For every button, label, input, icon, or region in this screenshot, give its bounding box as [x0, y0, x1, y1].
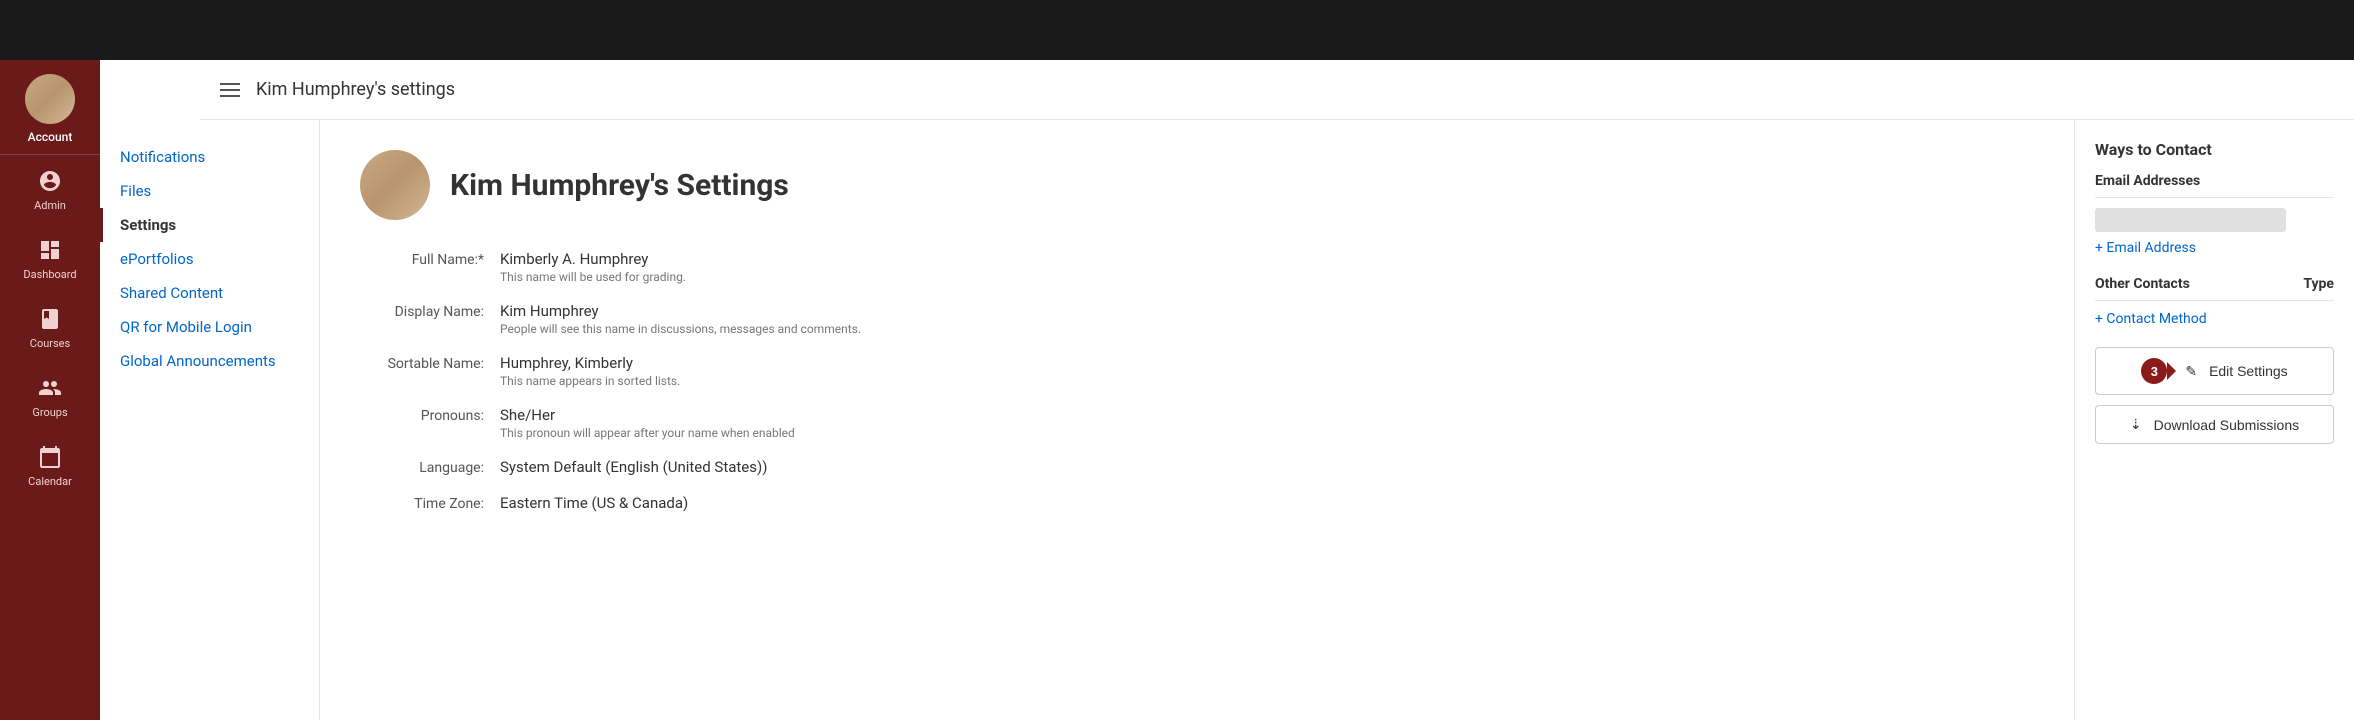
edit-settings-label: Edit Settings: [2209, 363, 2288, 379]
language-main: System Default (English (United States)): [500, 458, 2034, 476]
account-label: Account: [28, 130, 73, 144]
sidebar: Account Admin Dashboard: [0, 60, 100, 720]
other-contacts-type-label: Type: [2303, 276, 2334, 292]
profile-header: Kim Humphrey's Settings: [360, 150, 2034, 220]
top-bar: [0, 0, 2354, 60]
fullname-sub: This name will be used for grading.: [500, 270, 2034, 284]
pronouns-main: She/Her: [500, 406, 2034, 424]
profile-title: Kim Humphrey's Settings: [450, 168, 789, 203]
dashboard-label: Dashboard: [23, 268, 76, 281]
admin-icon: [36, 167, 64, 195]
settings-row-displayname: Display Name: Kim Humphrey People will s…: [360, 302, 2034, 336]
page-wrapper: Kim Humphrey's settings Notifications Fi…: [100, 60, 2354, 720]
language-label: Language:: [360, 458, 500, 476]
nav-notifications[interactable]: Notifications: [100, 140, 319, 174]
admin-label: Admin: [34, 199, 66, 212]
email-section-header: Email Addresses: [2095, 173, 2334, 198]
page-body: Notifications Files Settings ePortfolios…: [100, 120, 2354, 720]
fullname-main: Kimberly A. Humphrey: [500, 250, 2034, 268]
courses-icon: [36, 305, 64, 333]
sidebar-item-groups[interactable]: Groups: [0, 362, 100, 431]
sidebar-item-calendar[interactable]: Calendar: [0, 431, 100, 500]
secondary-nav: Notifications Files Settings ePortfolios…: [100, 120, 320, 720]
main-content: Kim Humphrey's Settings Full Name:* Kimb…: [320, 120, 2074, 720]
timezone-value: Eastern Time (US & Canada): [500, 494, 2034, 512]
language-value: System Default (English (United States)): [500, 458, 2034, 476]
pencil-icon: ✎: [2185, 363, 2197, 380]
nav-files[interactable]: Files: [100, 174, 319, 208]
download-submissions-label: Download Submissions: [2154, 417, 2300, 433]
ways-to-contact-title: Ways to Contact: [2095, 140, 2334, 159]
displayname-sub: People will see this name in discussions…: [500, 322, 2034, 336]
timezone-main: Eastern Time (US & Canada): [500, 494, 2034, 512]
timezone-label: Time Zone:: [360, 494, 500, 512]
add-email-link[interactable]: + Email Address: [2095, 240, 2334, 256]
hamburger-line-3: [220, 95, 240, 97]
sidebar-item-admin[interactable]: Admin: [0, 155, 100, 224]
page-title: Kim Humphrey's settings: [256, 79, 455, 100]
badge-arrow: [2167, 362, 2176, 380]
sidebar-item-dashboard[interactable]: Dashboard: [0, 224, 100, 293]
settings-row-language: Language: System Default (English (Unite…: [360, 458, 2034, 476]
nav-qr-login[interactable]: QR for Mobile Login: [100, 310, 319, 344]
settings-row-sortable: Sortable Name: Humphrey, Kimberly This n…: [360, 354, 2034, 388]
download-icon: ⇣: [2130, 416, 2142, 433]
nav-shared-content[interactable]: Shared Content: [100, 276, 319, 310]
sortable-main: Humphrey, Kimberly: [500, 354, 2034, 372]
sortable-sub: This name appears in sorted lists.: [500, 374, 2034, 388]
settings-table: Full Name:* Kimberly A. Humphrey This na…: [360, 250, 2034, 512]
page-header: Kim Humphrey's settings: [200, 60, 2354, 120]
settings-row-fullname: Full Name:* Kimberly A. Humphrey This na…: [360, 250, 2034, 284]
sortable-label: Sortable Name:: [360, 354, 500, 372]
courses-label: Courses: [30, 337, 70, 350]
action-buttons: 3 ✎ Edit Settings ⇣ Download Submissions: [2095, 347, 2334, 444]
fullname-label: Full Name:*: [360, 250, 500, 268]
main-layout: Account Admin Dashboard: [0, 60, 2354, 720]
pronouns-sub: This pronoun will appear after your name…: [500, 426, 2034, 440]
displayname-main: Kim Humphrey: [500, 302, 2034, 320]
calendar-icon: [36, 443, 64, 471]
displayname-label: Display Name:: [360, 302, 500, 320]
dashboard-icon: [36, 236, 64, 264]
download-submissions-button[interactable]: ⇣ Download Submissions: [2095, 405, 2334, 444]
sidebar-item-courses[interactable]: Courses: [0, 293, 100, 362]
sidebar-account[interactable]: Account: [0, 60, 100, 155]
groups-icon: [36, 374, 64, 402]
pronouns-label: Pronouns:: [360, 406, 500, 424]
nav-settings[interactable]: Settings: [100, 208, 319, 242]
right-panel: Ways to Contact Email Addresses + Email …: [2074, 120, 2354, 720]
hamburger-line-1: [220, 83, 240, 85]
groups-label: Groups: [32, 406, 67, 419]
other-contacts-label: Other Contacts: [2095, 276, 2190, 292]
pronouns-value: She/Her This pronoun will appear after y…: [500, 406, 2034, 440]
nav-eportfolios[interactable]: ePortfolios: [100, 242, 319, 276]
sortable-value: Humphrey, Kimberly This name appears in …: [500, 354, 2034, 388]
settings-row-pronouns: Pronouns: She/Her This pronoun will appe…: [360, 406, 2034, 440]
displayname-value: Kim Humphrey People will see this name i…: [500, 302, 2034, 336]
email-placeholder: [2095, 208, 2286, 232]
other-contacts-header: Other Contacts Type: [2095, 276, 2334, 301]
hamburger-line-2: [220, 89, 240, 91]
add-contact-link[interactable]: + Contact Method: [2095, 311, 2334, 327]
nav-global-announcements[interactable]: Global Announcements: [100, 344, 319, 378]
calendar-label: Calendar: [28, 475, 72, 488]
step-badge: 3: [2141, 358, 2167, 384]
fullname-value: Kimberly A. Humphrey This name will be u…: [500, 250, 2034, 284]
edit-settings-button[interactable]: 3 ✎ Edit Settings: [2095, 347, 2334, 395]
settings-row-timezone: Time Zone: Eastern Time (US & Canada): [360, 494, 2034, 512]
hamburger-icon[interactable]: [220, 83, 240, 97]
profile-avatar: [360, 150, 430, 220]
avatar: [25, 74, 75, 124]
